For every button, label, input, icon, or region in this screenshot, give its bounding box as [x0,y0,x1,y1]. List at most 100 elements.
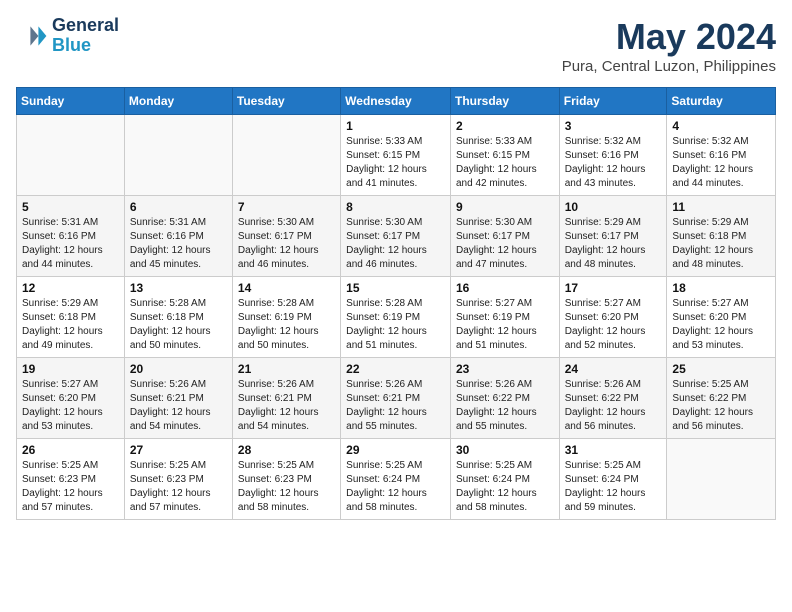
month-title: May 2024 [562,16,776,58]
calendar-cell: 10 Sunrise: 5:29 AM Sunset: 6:17 PM Dayli… [559,196,667,277]
day-number: 2 [456,119,554,133]
day-info: Sunrise: 5:31 AM Sunset: 6:16 PM Dayligh… [130,216,227,272]
day-number: 25 [672,362,770,376]
day-number: 15 [346,281,445,295]
day-info: Sunrise: 5:30 AM Sunset: 6:17 PM Dayligh… [238,216,335,272]
day-number: 3 [565,119,662,133]
calendar-cell: 3 Sunrise: 5:32 AM Sunset: 6:16 PM Daylig… [559,115,667,196]
day-info: Sunrise: 5:32 AM Sunset: 6:16 PM Dayligh… [565,135,662,191]
calendar-cell: 20 Sunrise: 5:26 AM Sunset: 6:21 PM Dayli… [124,358,232,439]
calendar-cell: 26 Sunrise: 5:25 AM Sunset: 6:23 PM Dayli… [17,439,125,520]
day-info: Sunrise: 5:25 AM Sunset: 6:24 PM Dayligh… [456,459,554,515]
day-info: Sunrise: 5:33 AM Sunset: 6:15 PM Dayligh… [456,135,554,191]
day-number: 21 [238,362,335,376]
day-info: Sunrise: 5:25 AM Sunset: 6:23 PM Dayligh… [22,459,119,515]
day-header-wednesday: Wednesday [341,88,451,115]
header-row: SundayMondayTuesdayWednesdayThursdayFrid… [17,88,776,115]
calendar-cell: 18 Sunrise: 5:27 AM Sunset: 6:20 PM Dayli… [667,277,776,358]
day-number: 24 [565,362,662,376]
calendar-cell: 28Sunrise: 5:25 AM Sunset: 6:23 PM Dayli… [232,439,340,520]
calendar-cell: 8 Sunrise: 5:30 AM Sunset: 6:17 PM Daylig… [341,196,451,277]
day-info: Sunrise: 5:26 AM Sunset: 6:22 PM Dayligh… [456,378,554,434]
day-info: Sunrise: 5:27 AM Sunset: 6:20 PM Dayligh… [565,297,662,353]
day-number: 6 [130,200,227,214]
day-header-thursday: Thursday [450,88,559,115]
week-row-5: 26 Sunrise: 5:25 AM Sunset: 6:23 PM Dayli… [17,439,776,520]
calendar-cell: 30Sunrise: 5:25 AM Sunset: 6:24 PM Dayli… [450,439,559,520]
calendar-cell: 29Sunrise: 5:25 AM Sunset: 6:24 PM Dayli… [341,439,451,520]
day-number: 29 [346,443,445,457]
calendar-cell: 12 Sunrise: 5:29 AM Sunset: 6:18 PM Dayli… [17,277,125,358]
week-row-3: 12 Sunrise: 5:29 AM Sunset: 6:18 PM Dayli… [17,277,776,358]
day-info: Sunrise: 5:32 AM Sunset: 6:16 PM Dayligh… [672,135,770,191]
day-info: Sunrise: 5:30 AM Sunset: 6:17 PM Dayligh… [456,216,554,272]
day-header-saturday: Saturday [667,88,776,115]
day-info: Sunrise: 5:33 AM Sunset: 6:15 PM Dayligh… [346,135,445,191]
calendar-cell: 7 Sunrise: 5:30 AM Sunset: 6:17 PM Daylig… [232,196,340,277]
page-header: General Blue May 2024 Pura, Central Luzo… [16,16,776,75]
day-info: Sunrise: 5:26 AM Sunset: 6:21 PM Dayligh… [346,378,445,434]
day-info: Sunrise: 5:28 AM Sunset: 6:19 PM Dayligh… [238,297,335,353]
day-number: 8 [346,200,445,214]
calendar-cell: 23 Sunrise: 5:26 AM Sunset: 6:22 PM Dayli… [450,358,559,439]
calendar-cell: 13 Sunrise: 5:28 AM Sunset: 6:18 PM Dayli… [124,277,232,358]
day-info: Sunrise: 5:25 AM Sunset: 6:22 PM Dayligh… [672,378,770,434]
day-info: Sunrise: 5:26 AM Sunset: 6:21 PM Dayligh… [130,378,227,434]
day-number: 4 [672,119,770,133]
day-number: 11 [672,200,770,214]
day-info: Sunrise: 5:29 AM Sunset: 6:18 PM Dayligh… [672,216,770,272]
calendar-cell [124,115,232,196]
day-number: 9 [456,200,554,214]
week-row-1: 1Sunrise: 5:33 AM Sunset: 6:15 PM Daylig… [17,115,776,196]
calendar-cell: 27 Sunrise: 5:25 AM Sunset: 6:23 PM Dayli… [124,439,232,520]
day-info: Sunrise: 5:27 AM Sunset: 6:19 PM Dayligh… [456,297,554,353]
day-number: 12 [22,281,119,295]
calendar-cell [667,439,776,520]
day-number: 10 [565,200,662,214]
day-info: Sunrise: 5:31 AM Sunset: 6:16 PM Dayligh… [22,216,119,272]
day-number: 22 [346,362,445,376]
day-info: Sunrise: 5:25 AM Sunset: 6:24 PM Dayligh… [565,459,662,515]
calendar-cell: 4 Sunrise: 5:32 AM Sunset: 6:16 PM Daylig… [667,115,776,196]
calendar-cell [17,115,125,196]
day-number: 26 [22,443,119,457]
day-info: Sunrise: 5:29 AM Sunset: 6:18 PM Dayligh… [22,297,119,353]
day-number: 16 [456,281,554,295]
day-info: Sunrise: 5:28 AM Sunset: 6:18 PM Dayligh… [130,297,227,353]
day-info: Sunrise: 5:26 AM Sunset: 6:22 PM Dayligh… [565,378,662,434]
calendar-cell: 5 Sunrise: 5:31 AM Sunset: 6:16 PM Daylig… [17,196,125,277]
day-info: Sunrise: 5:28 AM Sunset: 6:19 PM Dayligh… [346,297,445,353]
day-info: Sunrise: 5:27 AM Sunset: 6:20 PM Dayligh… [672,297,770,353]
calendar-cell: 9 Sunrise: 5:30 AM Sunset: 6:17 PM Daylig… [450,196,559,277]
day-info: Sunrise: 5:27 AM Sunset: 6:20 PM Dayligh… [22,378,119,434]
day-header-monday: Monday [124,88,232,115]
week-row-2: 5 Sunrise: 5:31 AM Sunset: 6:16 PM Daylig… [17,196,776,277]
calendar-cell: 21Sunrise: 5:26 AM Sunset: 6:21 PM Dayli… [232,358,340,439]
day-info: Sunrise: 5:25 AM Sunset: 6:23 PM Dayligh… [130,459,227,515]
day-number: 14 [238,281,335,295]
day-header-friday: Friday [559,88,667,115]
day-number: 7 [238,200,335,214]
logo-text: General Blue [52,16,119,56]
calendar-cell: 24 Sunrise: 5:26 AM Sunset: 6:22 PM Dayli… [559,358,667,439]
day-header-sunday: Sunday [17,88,125,115]
day-number: 13 [130,281,227,295]
day-number: 17 [565,281,662,295]
calendar-cell: 6 Sunrise: 5:31 AM Sunset: 6:16 PM Daylig… [124,196,232,277]
calendar-cell: 15 Sunrise: 5:28 AM Sunset: 6:19 PM Dayli… [341,277,451,358]
title-block: May 2024 Pura, Central Luzon, Philippine… [562,16,776,75]
logo: General Blue [16,16,119,56]
calendar-cell: 25 Sunrise: 5:25 AM Sunset: 6:22 PM Dayli… [667,358,776,439]
day-info: Sunrise: 5:29 AM Sunset: 6:17 PM Dayligh… [565,216,662,272]
day-number: 31 [565,443,662,457]
day-number: 23 [456,362,554,376]
day-info: Sunrise: 5:30 AM Sunset: 6:17 PM Dayligh… [346,216,445,272]
calendar-cell: 14 Sunrise: 5:28 AM Sunset: 6:19 PM Dayli… [232,277,340,358]
day-number: 20 [130,362,227,376]
day-number: 5 [22,200,119,214]
day-number: 18 [672,281,770,295]
day-number: 27 [130,443,227,457]
location-subtitle: Pura, Central Luzon, Philippines [562,58,776,75]
calendar-table: SundayMondayTuesdayWednesdayThursdayFrid… [16,87,776,520]
day-number: 19 [22,362,119,376]
